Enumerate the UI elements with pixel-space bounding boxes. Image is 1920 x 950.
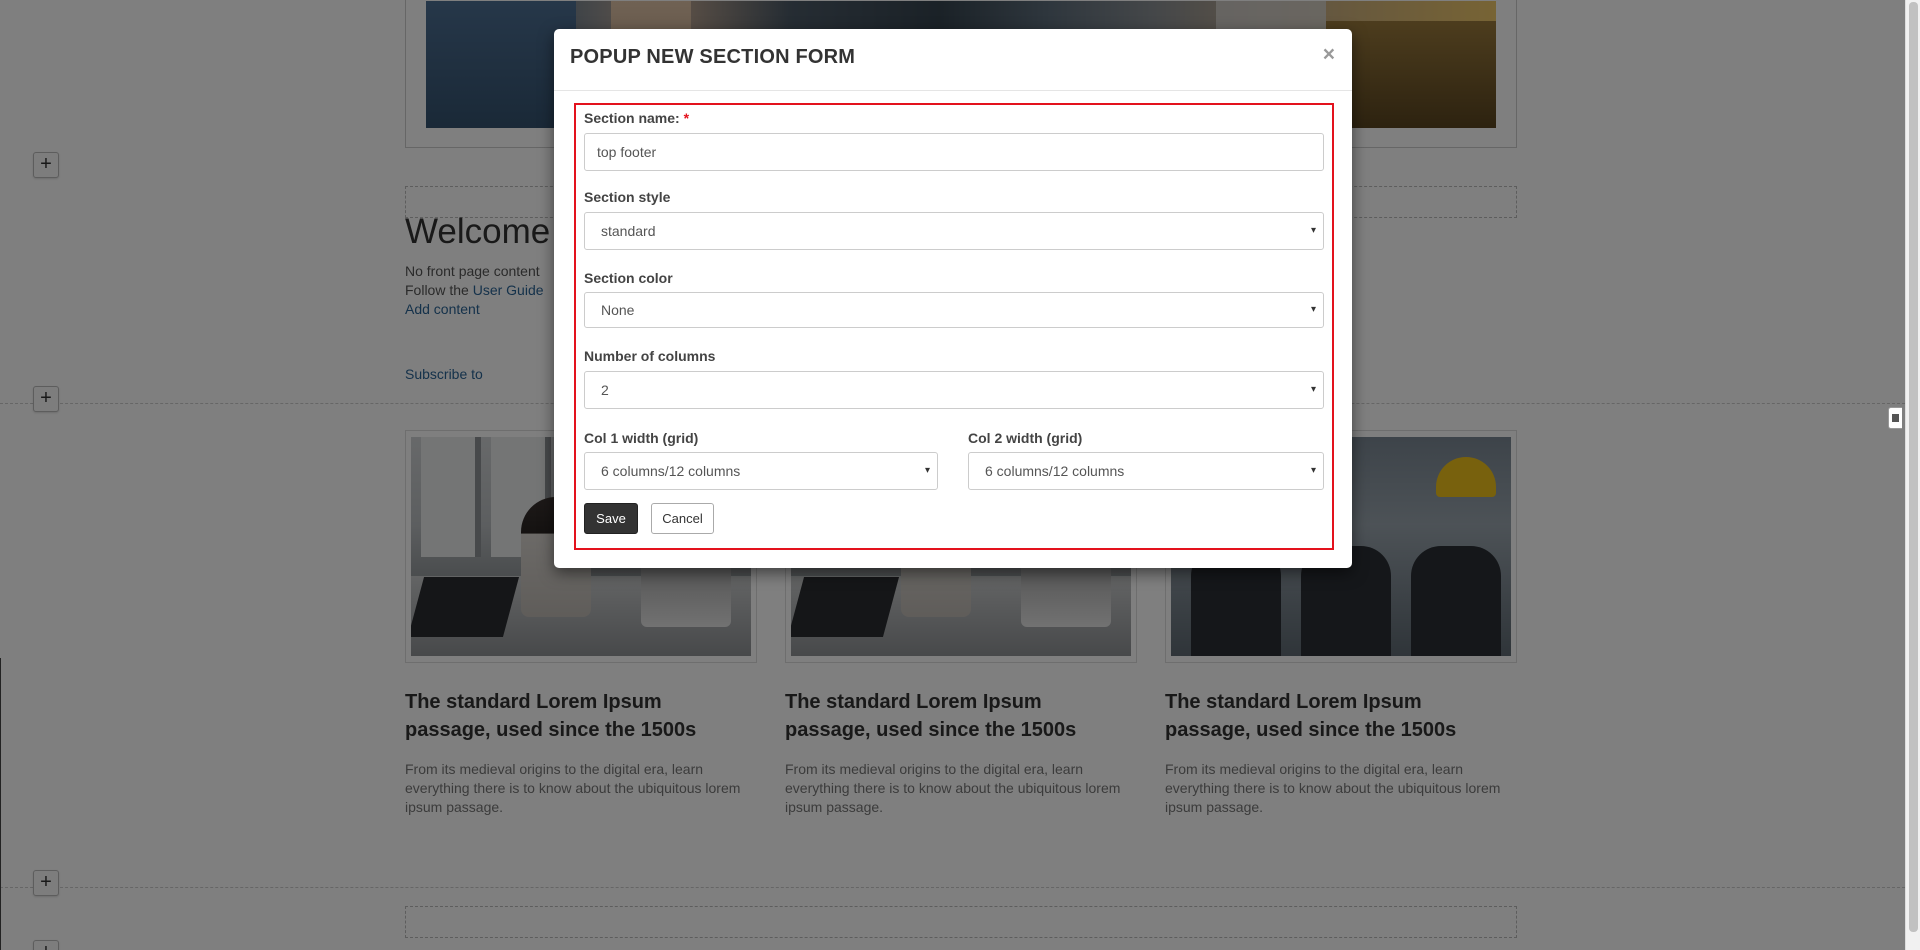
section-form: Section name: * top footer Section style…	[574, 103, 1334, 550]
required-mark: *	[683, 110, 690, 126]
col2-width-value: 6 columns/12 columns	[985, 463, 1125, 479]
col2-width-select[interactable]: 6 columns/12 columns ▾	[968, 452, 1324, 490]
num-columns-select[interactable]: 2 ▾	[584, 371, 1324, 409]
section-color-label: Section color	[584, 270, 673, 286]
chevron-down-icon: ▾	[1310, 304, 1316, 315]
col1-width-label: Col 1 width (grid)	[584, 430, 699, 446]
section-color-value: None	[601, 302, 635, 318]
new-section-modal: POPUP NEW SECTION FORM × Section name: *…	[554, 29, 1352, 568]
num-columns-label: Number of columns	[584, 348, 716, 364]
cancel-button[interactable]: Cancel	[651, 503, 714, 534]
section-style-value: standard	[601, 223, 656, 239]
save-button[interactable]: Save	[584, 503, 638, 534]
page-scrollbar[interactable]	[1905, 0, 1920, 950]
section-name-input[interactable]: top footer	[584, 133, 1324, 171]
close-icon[interactable]: ×	[1323, 44, 1335, 65]
chevron-down-icon: ▾	[1310, 384, 1316, 395]
section-style-select[interactable]: standard ▾	[584, 212, 1324, 250]
section-name-label-text: Section name:	[584, 110, 680, 126]
num-columns-value: 2	[601, 382, 609, 398]
section-name-label: Section name: *	[584, 110, 689, 126]
col1-width-select[interactable]: 6 columns/12 columns ▾	[584, 452, 938, 490]
section-style-label: Section style	[584, 189, 671, 205]
modal-header: POPUP NEW SECTION FORM ×	[554, 29, 1352, 91]
chevron-down-icon: ▾	[1310, 225, 1316, 236]
col1-width-value: 6 columns/12 columns	[601, 463, 741, 479]
section-color-select[interactable]: None ▾	[584, 292, 1324, 328]
side-toolbar-handle[interactable]	[1888, 407, 1902, 429]
chevron-down-icon: ▾	[1310, 465, 1316, 476]
col2-width-label: Col 2 width (grid)	[968, 430, 1083, 446]
left-edge-line	[0, 658, 1, 950]
modal-title: POPUP NEW SECTION FORM	[570, 46, 856, 68]
chevron-down-icon: ▾	[924, 465, 930, 476]
scrollbar-thumb[interactable]	[1909, 2, 1918, 932]
